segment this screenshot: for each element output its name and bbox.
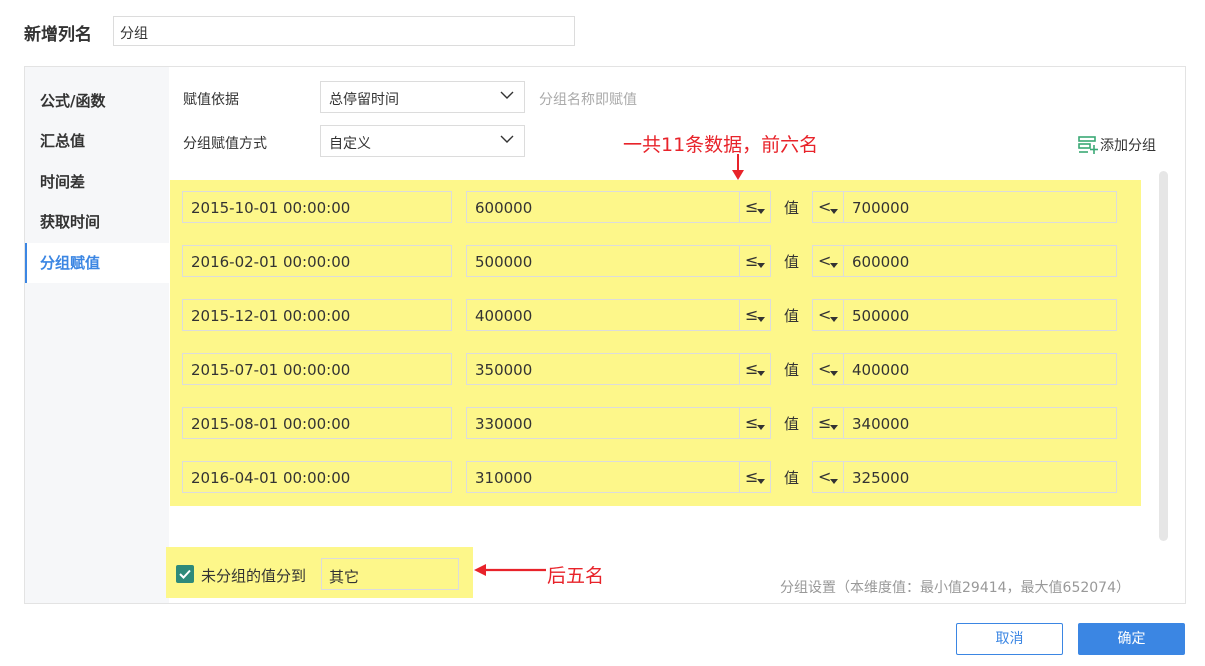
group-max-input[interactable]: 325000	[843, 461, 1117, 493]
max-operator-select[interactable]: <	[812, 191, 844, 223]
annotation-top: 一共11条数据，前六名	[623, 134, 819, 156]
group-row: 2015-12-01 00:00:00 400000 ≤ 值 < 500000	[0, 299, 1205, 331]
min-operator-select[interactable]: ≤	[739, 245, 771, 277]
caret-down-icon	[830, 425, 838, 430]
max-operator-select[interactable]: <	[812, 461, 844, 493]
group-max-input[interactable]: 340000	[843, 407, 1117, 439]
value-label: 值	[784, 199, 800, 217]
arrow-down-icon	[732, 154, 744, 180]
sidebar: 公式/函数 汇总值 时间差 获取时间 分组赋值	[25, 67, 169, 603]
chevron-down-icon	[500, 91, 514, 99]
group-max-input[interactable]: 400000	[843, 353, 1117, 385]
column-name-input[interactable]: 分组	[113, 16, 575, 46]
chevron-down-icon	[500, 135, 514, 143]
group-min-input[interactable]: 600000	[466, 191, 740, 223]
group-name-input[interactable]: 2015-07-01 00:00:00	[182, 353, 452, 385]
caret-down-icon	[830, 479, 838, 484]
value-label: 值	[784, 361, 800, 379]
group-row: 2016-02-01 00:00:00 500000 ≤ 值 < 600000	[0, 245, 1205, 277]
top-six-highlight	[170, 180, 1141, 506]
method-select[interactable]: 自定义	[320, 125, 525, 157]
annotation-bottom: 后五名	[547, 565, 605, 587]
group-max-input[interactable]: 600000	[843, 245, 1117, 277]
dialog-title: 新增列名	[24, 25, 92, 45]
caret-down-icon	[757, 425, 765, 430]
group-row: 2015-10-01 00:00:00 600000 ≤ 值 < 700000	[0, 191, 1205, 223]
cancel-button[interactable]: 取消	[956, 623, 1063, 655]
caret-down-icon	[830, 263, 838, 268]
ungrouped-checkbox[interactable]	[176, 565, 194, 583]
basis-select[interactable]: 总停留时间	[320, 81, 525, 113]
confirm-button[interactable]: 确定	[1078, 623, 1185, 655]
caret-down-icon	[757, 263, 765, 268]
group-max-input[interactable]: 700000	[843, 191, 1117, 223]
group-stats: 分组设置（本维度值：最小值29414，最大值652074）	[780, 580, 1130, 596]
add-group-button[interactable]: 添加分组	[1078, 134, 1156, 156]
caret-down-icon	[757, 209, 765, 214]
min-operator-select[interactable]: ≤	[739, 191, 771, 223]
caret-down-icon	[757, 479, 765, 484]
ungrouped-value-input[interactable]: 其它	[321, 558, 459, 590]
caret-down-icon	[830, 209, 838, 214]
caret-down-icon	[830, 371, 838, 376]
group-min-input[interactable]: 330000	[466, 407, 740, 439]
ungrouped-label: 未分组的值分到	[201, 567, 307, 585]
caret-down-icon	[757, 371, 765, 376]
group-min-input[interactable]: 350000	[466, 353, 740, 385]
method-select-value: 自定义	[329, 136, 371, 152]
value-label: 值	[784, 253, 800, 271]
group-min-input[interactable]: 400000	[466, 299, 740, 331]
caret-down-icon	[830, 317, 838, 322]
min-operator-select[interactable]: ≤	[739, 299, 771, 331]
sidebar-item-formula[interactable]: 公式/函数	[25, 81, 169, 121]
max-operator-select[interactable]: <	[812, 245, 844, 277]
group-max-input[interactable]: 500000	[843, 299, 1117, 331]
add-group-label: 添加分组	[1100, 138, 1156, 154]
min-operator-select[interactable]: ≤	[739, 407, 771, 439]
group-min-input[interactable]: 500000	[466, 245, 740, 277]
group-min-input[interactable]: 310000	[466, 461, 740, 493]
group-row: 2015-07-01 00:00:00 350000 ≤ 值 < 400000	[0, 353, 1205, 385]
group-name-input[interactable]: 2015-10-01 00:00:00	[182, 191, 452, 223]
caret-down-icon	[757, 317, 765, 322]
group-name-input[interactable]: 2015-08-01 00:00:00	[182, 407, 452, 439]
basis-label: 赋值依据	[183, 92, 239, 108]
value-label: 值	[784, 415, 800, 433]
max-operator-select[interactable]: <	[812, 299, 844, 331]
group-name-input[interactable]: 2015-12-01 00:00:00	[182, 299, 452, 331]
add-group-icon	[1078, 136, 1098, 154]
group-row: 2016-04-01 00:00:00 310000 ≤ 值 < 325000	[0, 461, 1205, 493]
check-icon	[179, 569, 191, 579]
sidebar-item-summary[interactable]: 汇总值	[25, 121, 169, 161]
value-label: 值	[784, 307, 800, 325]
group-name-input[interactable]: 2016-04-01 00:00:00	[182, 461, 452, 493]
max-operator-select[interactable]: ≤	[812, 407, 844, 439]
method-label: 分组赋值方式	[183, 136, 267, 152]
basis-hint: 分组名称即赋值	[539, 92, 637, 108]
arrow-left-icon	[474, 564, 546, 576]
basis-select-value: 总停留时间	[329, 92, 399, 108]
min-operator-select[interactable]: ≤	[739, 353, 771, 385]
group-row: 2015-08-01 00:00:00 330000 ≤ 值 ≤ 340000	[0, 407, 1205, 439]
value-label: 值	[784, 469, 800, 487]
group-name-input[interactable]: 2016-02-01 00:00:00	[182, 245, 452, 277]
min-operator-select[interactable]: ≤	[739, 461, 771, 493]
max-operator-select[interactable]: <	[812, 353, 844, 385]
